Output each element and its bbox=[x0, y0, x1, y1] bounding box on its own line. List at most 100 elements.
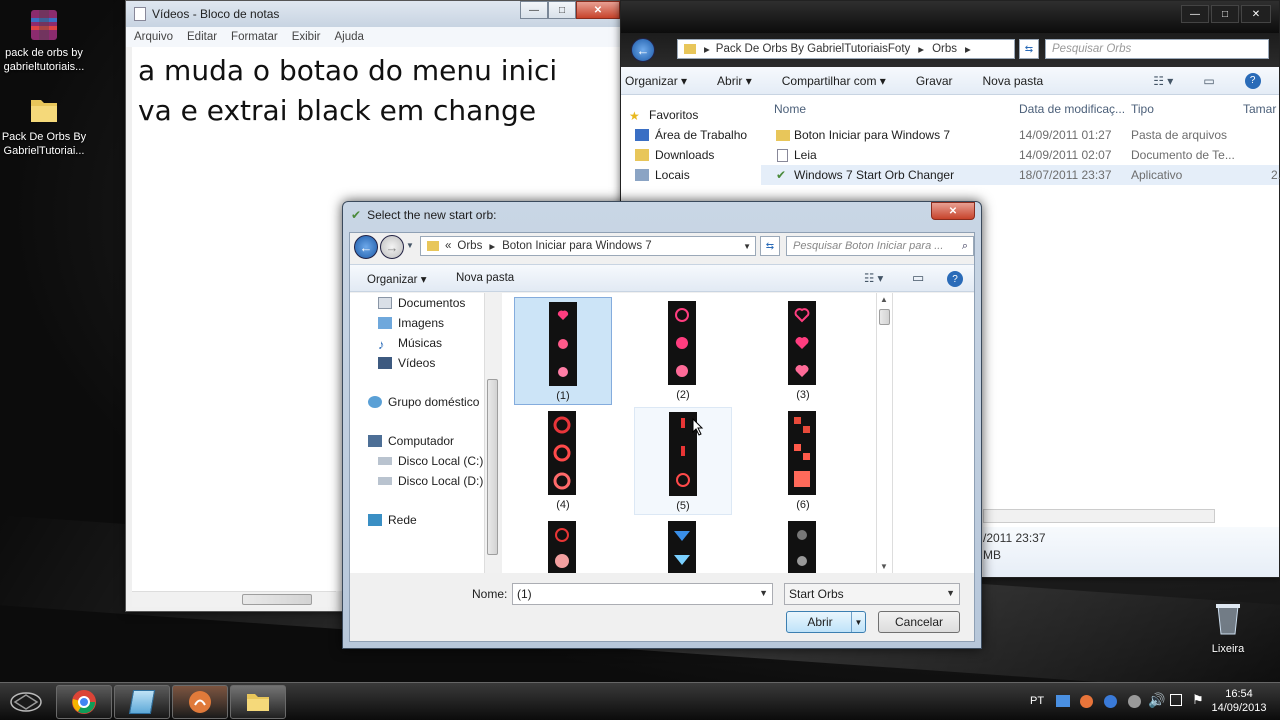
scrollbar-thumb[interactable] bbox=[242, 594, 312, 605]
help-icon[interactable]: ? bbox=[947, 271, 963, 287]
thumbnail-item[interactable]: (2) bbox=[634, 297, 732, 405]
favorites-header[interactable]: ★ Favoritos bbox=[629, 105, 757, 125]
column-tipo[interactable]: Tipo bbox=[1131, 102, 1154, 116]
recent-pages-dropdown-icon[interactable]: ▼ bbox=[406, 241, 414, 250]
address-crumb[interactable]: Boton Iniciar para Windows 7 bbox=[502, 240, 652, 252]
thumbnail-item[interactable] bbox=[634, 517, 732, 573]
close-button[interactable]: ✕ bbox=[576, 1, 620, 19]
toolbar-nova-pasta[interactable]: Nova pasta bbox=[456, 272, 514, 284]
close-button[interactable]: ✕ bbox=[931, 202, 975, 220]
taskbar-orb-changer[interactable] bbox=[172, 685, 228, 719]
file-row[interactable]: Leia 14/09/2011 02:07 Documento de Te... bbox=[761, 145, 1279, 165]
file-name-input[interactable]: (1) ▼ bbox=[512, 583, 773, 605]
menu-formatar[interactable]: Formatar bbox=[231, 31, 278, 43]
toolbar-nova-pasta[interactable]: Nova pasta bbox=[983, 74, 1044, 88]
chevron-down-icon[interactable]: ▼ bbox=[759, 588, 768, 598]
explorer-address-bar[interactable]: ▸ Pack De Orbs By GabrielTutoriaisFoty ▸… bbox=[677, 39, 1015, 59]
address-overflow[interactable]: « bbox=[445, 240, 451, 252]
file-row[interactable]: Boton Iniciar para Windows 7 14/09/2011 … bbox=[761, 125, 1279, 145]
refresh-button[interactable]: ⇆ bbox=[1019, 39, 1039, 59]
toolbar-organizar[interactable]: Organizar ▾ bbox=[367, 272, 426, 286]
menu-editar[interactable]: Editar bbox=[187, 31, 217, 43]
thumbnail-item[interactable]: (6) bbox=[754, 407, 852, 515]
taskbar-notepad[interactable] bbox=[114, 685, 170, 719]
thumbnail-scrollbar[interactable]: ▲ ▼ bbox=[876, 293, 892, 573]
language-indicator[interactable]: PT bbox=[1030, 695, 1044, 707]
chevron-down-icon[interactable]: ▼ bbox=[946, 588, 955, 598]
nav-item-downloads[interactable]: Downloads bbox=[629, 145, 757, 165]
scrollbar-thumb[interactable] bbox=[487, 379, 498, 555]
scroll-down-arrow[interactable]: ▼ bbox=[880, 562, 888, 571]
desktop-icon-winrar-pack[interactable]: pack de orbs by gabrieltutoriais... bbox=[0, 8, 92, 74]
address-dropdown-arrow[interactable]: ▼ bbox=[743, 242, 751, 251]
nav-item-disco-c[interactable]: Disco Local (C:) bbox=[378, 451, 483, 471]
nav-item-grupo-domestico[interactable]: Grupo doméstico bbox=[368, 392, 479, 412]
toolbar-compartilhar[interactable]: Compartilhar com ▾ bbox=[782, 74, 886, 88]
column-nome[interactable]: Nome bbox=[774, 102, 806, 116]
toolbar-organizar[interactable]: Organizar ▾ bbox=[625, 74, 687, 88]
nav-item-documentos[interactable]: Documentos bbox=[378, 293, 465, 313]
desktop-icon-recycle-bin[interactable]: Lixeira bbox=[1180, 598, 1276, 656]
forward-button[interactable]: → bbox=[380, 235, 404, 259]
action-center-icon[interactable] bbox=[1170, 694, 1182, 706]
nav-item-rede[interactable]: Rede bbox=[368, 510, 417, 530]
views-icon[interactable]: ☷ ▾ bbox=[1153, 74, 1173, 88]
tray-blue-circle-icon[interactable] bbox=[1104, 695, 1117, 708]
scroll-up-arrow[interactable]: ▲ bbox=[880, 295, 888, 304]
nav-item-locais[interactable]: Locais bbox=[629, 165, 757, 185]
views-icon[interactable]: ☷ ▾ bbox=[864, 271, 883, 285]
dialog-address-bar[interactable]: « Orbs ▸ Boton Iniciar para Windows 7 ▼ bbox=[420, 236, 756, 256]
thumbnail-item-selected[interactable]: (1) bbox=[514, 297, 612, 405]
maximize-button[interactable]: □ bbox=[1211, 5, 1239, 23]
file-type-filter[interactable]: Start Orbs ▼ bbox=[784, 583, 960, 605]
menu-arquivo[interactable]: Arquivo bbox=[134, 31, 173, 43]
menu-exibir[interactable]: Exibir bbox=[292, 31, 321, 43]
nav-item-musicas[interactable]: ♪ Músicas bbox=[378, 333, 442, 353]
menu-ajuda[interactable]: Ajuda bbox=[334, 31, 363, 43]
close-button[interactable]: ✕ bbox=[1241, 5, 1271, 23]
refresh-button[interactable]: ⇆ bbox=[760, 236, 780, 256]
notepad-horizontal-scrollbar[interactable] bbox=[132, 591, 336, 607]
nav-item-disco-d[interactable]: Disco Local (D:) bbox=[378, 471, 483, 491]
back-button[interactable]: ← bbox=[631, 38, 655, 62]
thumbnail-item[interactable] bbox=[514, 517, 612, 573]
flag-icon[interactable]: ⚑ bbox=[1192, 692, 1204, 708]
taskbar-explorer[interactable] bbox=[230, 685, 286, 719]
column-data[interactable]: Data de modificaç... bbox=[1019, 102, 1125, 116]
explorer-search-box[interactable]: Pesquisar Orbs bbox=[1045, 39, 1269, 59]
nav-item-imagens[interactable]: Imagens bbox=[378, 313, 444, 333]
preview-pane-icon[interactable]: ▭ bbox=[1203, 74, 1214, 88]
tray-gray-icon[interactable] bbox=[1128, 695, 1141, 708]
open-button[interactable]: Abrir ▼ bbox=[786, 611, 866, 633]
file-row-selected[interactable]: ✔ Windows 7 Start Orb Changer 18/07/2011… bbox=[761, 165, 1280, 185]
cancel-button[interactable]: Cancelar bbox=[878, 611, 960, 633]
address-crumb[interactable]: Orbs bbox=[932, 43, 957, 55]
preview-pane-icon[interactable]: ▭ bbox=[912, 270, 924, 286]
thumbnail-item[interactable] bbox=[754, 517, 852, 573]
toolbar-abrir[interactable]: Abrir ▾ bbox=[717, 74, 752, 88]
explorer-horizontal-scrollbar[interactable] bbox=[983, 509, 1215, 523]
nav-pane-scrollbar[interactable] bbox=[484, 293, 500, 573]
nav-item-area-de-trabalho[interactable]: Área de Trabalho bbox=[629, 125, 757, 145]
minimize-button[interactable]: — bbox=[520, 1, 548, 19]
minimize-button[interactable]: — bbox=[1181, 5, 1209, 23]
thumbnail-item-hover[interactable]: (5) bbox=[634, 407, 732, 515]
address-crumb[interactable]: Orbs bbox=[457, 240, 482, 252]
thumbnail-item[interactable]: (4) bbox=[514, 407, 612, 515]
maximize-button[interactable]: □ bbox=[548, 1, 576, 19]
start-orb-button[interactable] bbox=[6, 685, 46, 719]
tray-network-folder-icon[interactable] bbox=[1056, 695, 1070, 707]
clock[interactable]: 16:54 14/09/2013 bbox=[1208, 687, 1270, 715]
nav-item-videos[interactable]: Vídeos bbox=[378, 353, 435, 373]
dialog-search-box[interactable]: Pesquisar Boton Iniciar para ... ⌕ bbox=[786, 236, 974, 256]
volume-icon[interactable]: 🔊 bbox=[1148, 692, 1165, 709]
help-icon[interactable]: ? bbox=[1244, 72, 1261, 89]
nav-item-computador[interactable]: Computador bbox=[368, 431, 454, 451]
scrollbar-thumb[interactable] bbox=[879, 309, 890, 325]
address-crumb[interactable]: Pack De Orbs By GabrielTutoriaisFoty bbox=[716, 43, 911, 55]
thumbnail-item[interactable]: (3) bbox=[754, 297, 852, 405]
toolbar-gravar[interactable]: Gravar bbox=[916, 74, 953, 88]
tray-orange-icon[interactable] bbox=[1080, 695, 1093, 708]
taskbar-chrome[interactable] bbox=[56, 685, 112, 719]
back-button[interactable]: ← bbox=[354, 235, 378, 259]
